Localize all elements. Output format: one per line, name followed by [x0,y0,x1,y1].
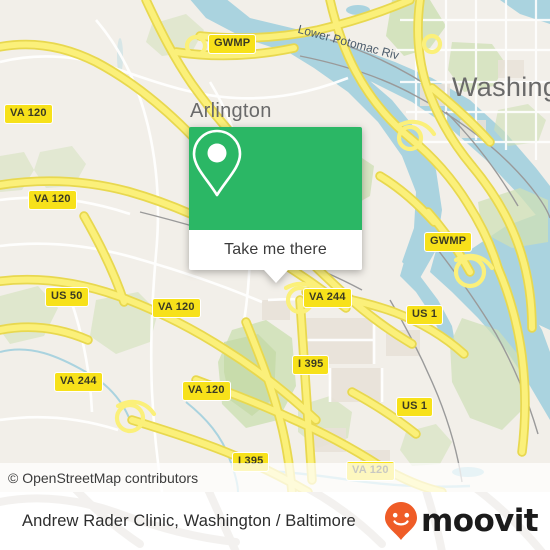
shield-va244-b[interactable]: VA 244 [54,372,103,392]
map-pin-icon [192,129,242,197]
map-label-arlington: Arlington [190,100,272,122]
popup-pointer-tail [263,270,288,283]
map-label-washington: Washington [452,72,550,102]
popup-icon-panel [189,127,362,230]
shield-gwmp-top[interactable]: GWMP [208,34,257,54]
shield-us1-b[interactable]: US 1 [396,397,434,417]
map-attribution-bar: © OpenStreetMap contributors [0,463,550,492]
moovit-logo[interactable]: moovit [384,492,539,550]
take-me-there-label: Take me there [224,241,327,258]
location-title: Andrew Rader Clinic, Washington / Baltim… [22,511,356,530]
shield-gwmp-right[interactable]: GWMP [424,232,473,252]
take-me-there-button[interactable]: Take me there [189,230,362,270]
take-me-there-popup[interactable]: Take me there [189,127,362,283]
shield-va120-a[interactable]: VA 120 [4,104,53,124]
shield-us1-a[interactable]: US 1 [406,305,444,325]
moovit-pin-icon [385,502,418,540]
shield-va120-b[interactable]: VA 120 [28,190,77,210]
footer-bar: Andrew Rader Clinic, Washington / Baltim… [0,492,550,550]
osm-attribution-text[interactable]: © OpenStreetMap contributors [0,470,198,486]
shield-va120-c[interactable]: VA 120 [152,298,201,318]
shield-va244-a[interactable]: VA 244 [303,288,352,308]
map-canvas[interactable]: Arlington Washington Lower Potomac Riv G… [0,0,550,492]
shield-i395-a[interactable]: I 395 [292,355,330,375]
moovit-map-screenshot: Arlington Washington Lower Potomac Riv G… [0,0,550,550]
shield-us50[interactable]: US 50 [45,287,89,307]
moovit-wordmark: moovit [421,503,539,539]
shield-va120-d[interactable]: VA 120 [182,381,231,401]
